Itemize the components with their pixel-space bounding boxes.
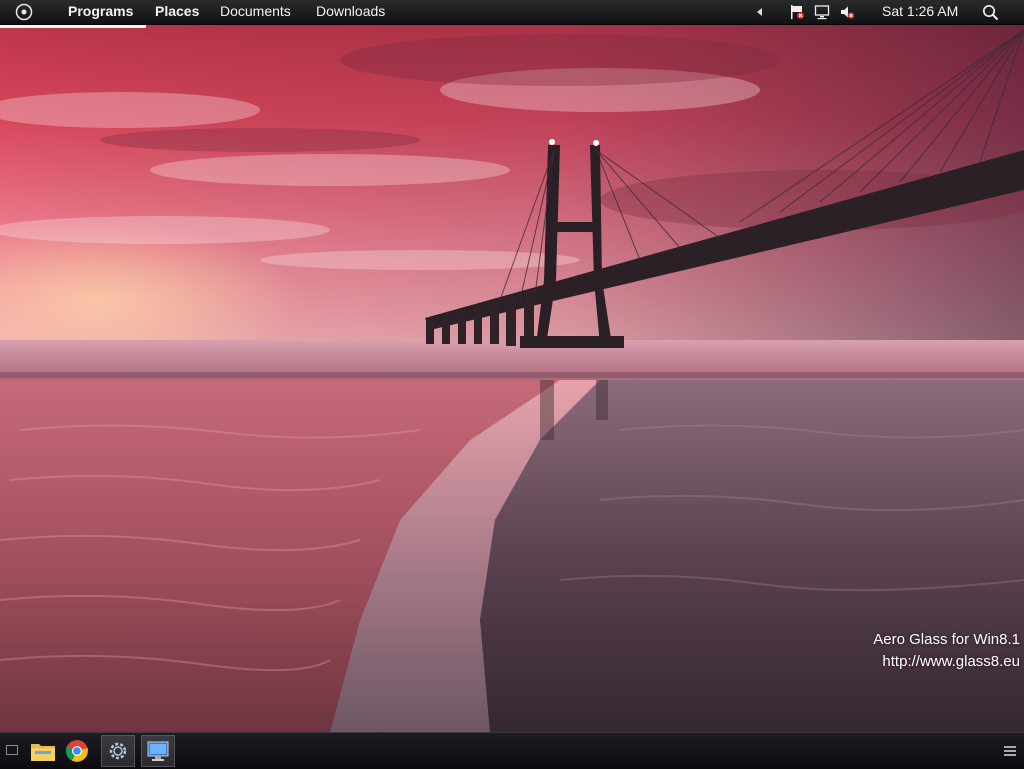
arrow-left-icon	[757, 8, 762, 16]
search-button[interactable]	[981, 3, 999, 21]
remote-desktop-icon	[147, 741, 169, 761]
action-center-tray[interactable]	[788, 3, 806, 21]
start-menu-button[interactable]	[14, 2, 34, 22]
action-center-flag-icon	[791, 5, 804, 19]
taskbar-menu-icon[interactable]	[1004, 746, 1016, 756]
watermark-title: Aero Glass for Win8.1	[873, 631, 1020, 648]
file-explorer-button[interactable]	[26, 735, 60, 767]
tray-overflow-button[interactable]	[751, 3, 769, 21]
menu-programs[interactable]: Programs	[68, 0, 133, 24]
taskbar	[0, 732, 1024, 769]
desktop-wallpaper	[0, 0, 1024, 768]
chrome-button[interactable]	[60, 735, 94, 767]
start-orb-icon	[15, 3, 33, 21]
clock[interactable]: Sat 1:26 AM	[882, 0, 958, 23]
chrome-icon	[65, 740, 88, 762]
volume-muted-icon	[841, 6, 855, 19]
top-panel: Programs Places Documents Downloads Sat …	[0, 0, 1024, 25]
menu-documents[interactable]: Documents	[220, 0, 291, 24]
volume-tray[interactable]	[838, 3, 856, 21]
show-desktop-icon[interactable]	[6, 745, 18, 755]
file-explorer-icon	[31, 744, 55, 761]
settings-gear-icon	[109, 742, 127, 760]
menu-places[interactable]: Places	[155, 0, 199, 24]
menu-downloads[interactable]: Downloads	[316, 0, 385, 24]
watermark-url: http://www.glass8.eu	[882, 653, 1020, 670]
search-icon	[982, 4, 998, 20]
aero-glass-watermark: Aero Glass for Win8.1 http://www.glass8.…	[873, 629, 1020, 673]
settings-button[interactable]	[101, 735, 135, 767]
network-icon	[814, 5, 830, 20]
network-tray[interactable]	[813, 3, 831, 21]
remote-desktop-button[interactable]	[141, 735, 175, 767]
